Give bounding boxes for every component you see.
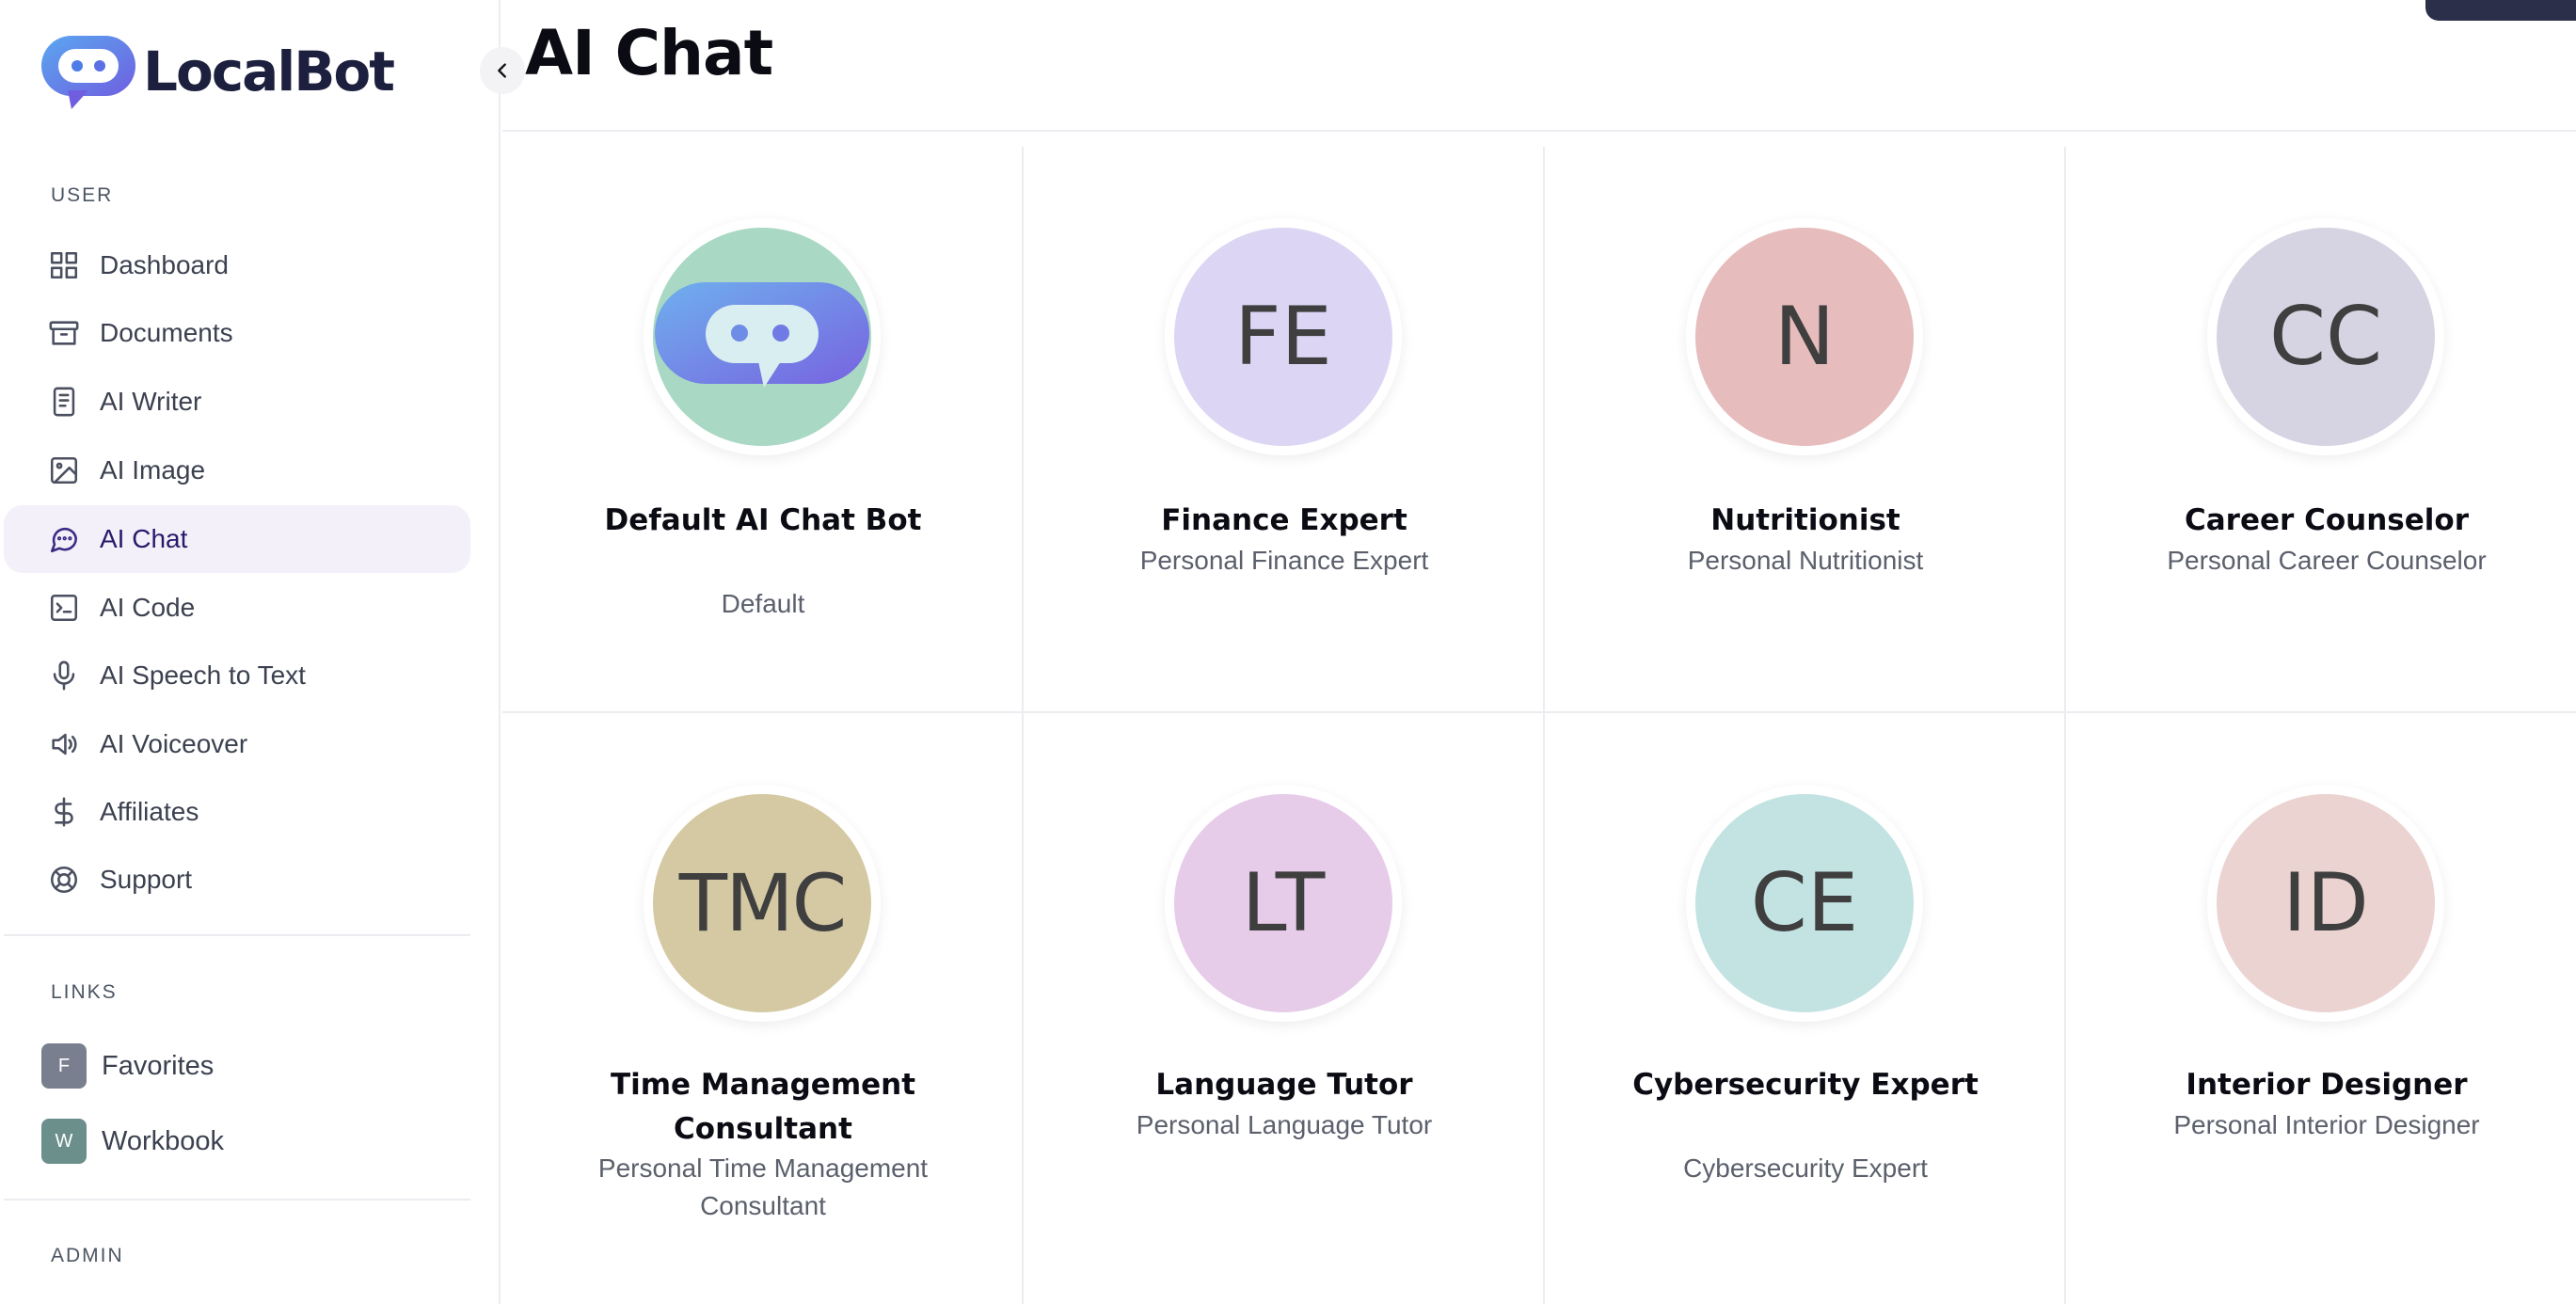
page-title: AI Chat: [525, 17, 773, 89]
sidebar-item-affiliates[interactable]: Affiliates: [4, 778, 470, 846]
grid-icon: [47, 248, 81, 282]
sidebar-item-label: Documents: [100, 318, 233, 347]
link-badge: W: [41, 1119, 87, 1164]
avatar: N: [1686, 218, 1923, 455]
bot-avatar: CE: [1695, 794, 1914, 1012]
sidebar-item-label: Dashboard: [100, 250, 229, 279]
sidebar-item-dashboard[interactable]: Dashboard: [4, 231, 470, 299]
link-label: Favorites: [102, 1050, 215, 1081]
sidebar-divider: [4, 934, 470, 936]
bot-name: Default AI Chat Bot: [604, 503, 922, 537]
terminal-icon: [47, 591, 81, 625]
bot-description: Personal Interior Designer: [2173, 1110, 2480, 1139]
lifebuoy-icon: [47, 863, 81, 897]
brand-logo[interactable]: LocalBot: [40, 32, 395, 111]
bot-name: Time Management Consultant: [610, 1068, 916, 1146]
bot-description: Personal Language Tutor: [1136, 1110, 1433, 1139]
sidebar-item-label: AI Voiceover: [100, 729, 248, 758]
chatbot-card-career-counselor[interactable]: CC Career Counselor Personal Career Coun…: [2066, 147, 2576, 711]
link-workbook[interactable]: W Workbook: [41, 1118, 224, 1165]
bot-avatar: ID: [2217, 794, 2435, 1012]
microphone-icon: [47, 659, 81, 692]
section-label-links: LINKS: [51, 981, 118, 1003]
dollar-icon: [47, 795, 81, 829]
archive-icon: [47, 316, 81, 350]
link-label: Workbook: [102, 1125, 225, 1156]
bot-name: Finance Expert: [1161, 503, 1407, 537]
bot-description: Cybersecurity Expert: [1683, 1153, 1928, 1183]
sidebar-item-ai-code[interactable]: AI Code: [4, 574, 470, 642]
sidebar-divider: [4, 1199, 470, 1201]
bot-avatar: LT: [1174, 794, 1392, 1012]
chatbot-card-time-management-consultant[interactable]: TMC Time Management Consultant Personal …: [502, 713, 1024, 1278]
chat-icon: [47, 522, 81, 556]
avatar: TMC: [644, 785, 881, 1022]
chatbot-card-default[interactable]: Default AI Chat Bot Default: [502, 147, 1024, 711]
bot-description: Personal Career Counselor: [2167, 546, 2487, 575]
sidebar-item-label: Support: [100, 865, 193, 894]
bot-name: Nutritionist: [1710, 503, 1900, 537]
chevron-left-icon: [498, 63, 506, 78]
sidebar-item-ai-writer[interactable]: AI Writer: [4, 368, 470, 436]
avatar: FE: [1165, 218, 1402, 455]
sidebar-item-documents[interactable]: Documents: [4, 299, 470, 367]
avatar: ID: [2207, 785, 2444, 1022]
bot-avatar: [653, 228, 871, 446]
sidebar-item-label: AI Speech to Text: [100, 660, 306, 690]
sidebar: LocalBot USER Dashboard Documents AI Wri…: [0, 0, 501, 1304]
brand-name: LocalBot: [143, 40, 395, 103]
chatbot-card-language-tutor[interactable]: LT Language Tutor Personal Language Tuto…: [1024, 713, 1545, 1278]
bot-avatar: N: [1695, 228, 1914, 446]
sidebar-item-support[interactable]: Support: [4, 846, 470, 914]
section-label-admin: ADMIN: [51, 1245, 124, 1266]
sidebar-item-ai-speech-to-text[interactable]: AI Speech to Text: [4, 642, 470, 709]
bot-avatar: TMC: [653, 794, 871, 1012]
avatar: [644, 218, 881, 455]
sidebar-item-label: AI Chat: [100, 524, 188, 553]
bot-name: Cybersecurity Expert: [1632, 1068, 1979, 1102]
chatbot-card-cybersecurity-expert[interactable]: CE Cybersecurity Expert Cybersecurity Ex…: [1545, 713, 2066, 1278]
image-icon: [47, 453, 81, 487]
link-badge: F: [41, 1043, 87, 1089]
bot-description: Default: [721, 589, 805, 618]
bot-description: Personal Time Management Consultant: [597, 1153, 929, 1220]
sidebar-item-label: AI Writer: [100, 387, 202, 416]
bot-avatar: CC: [2217, 228, 2435, 446]
bot-name: Interior Designer: [2186, 1068, 2468, 1102]
avatar: CE: [1686, 785, 1923, 1022]
sidebar-item-ai-image[interactable]: AI Image: [4, 437, 470, 504]
section-label-user: USER: [51, 184, 114, 206]
avatar: LT: [1165, 785, 1402, 1022]
chatbot-card-nutritionist[interactable]: N Nutritionist Personal Nutritionist: [1545, 147, 2066, 711]
speaker-icon: [47, 727, 81, 761]
avatar: CC: [2207, 218, 2444, 455]
bot-name: Career Counselor: [2185, 503, 2469, 537]
chatbot-grid: Default AI Chat Bot Default FE Finance E…: [502, 132, 2576, 1304]
collapse-sidebar-button[interactable]: [480, 47, 525, 94]
sidebar-item-ai-voiceover[interactable]: AI Voiceover: [4, 710, 470, 778]
bot-description: Personal Nutritionist: [1687, 546, 1924, 575]
bot-description: Personal Finance Expert: [1139, 546, 1429, 575]
account-button[interactable]: [2425, 0, 2576, 21]
chatbot-card-finance-expert[interactable]: FE Finance Expert Personal Finance Exper…: [1024, 147, 1545, 711]
sidebar-item-label: AI Code: [100, 593, 196, 622]
bot-name: Language Tutor: [1155, 1068, 1413, 1102]
localbot-logo-icon: [41, 36, 135, 109]
sidebar-item-label: Affiliates: [100, 797, 199, 826]
chatbot-card-interior-designer[interactable]: ID Interior Designer Personal Interior D…: [2066, 713, 2576, 1278]
sidebar-item-ai-chat[interactable]: AI Chat: [4, 505, 470, 573]
document-icon: [47, 385, 81, 419]
link-favorites[interactable]: F Favorites: [41, 1042, 214, 1089]
bot-avatar: FE: [1174, 228, 1392, 446]
sidebar-item-label: AI Image: [100, 455, 206, 485]
localbot-logo-icon: [655, 282, 869, 388]
